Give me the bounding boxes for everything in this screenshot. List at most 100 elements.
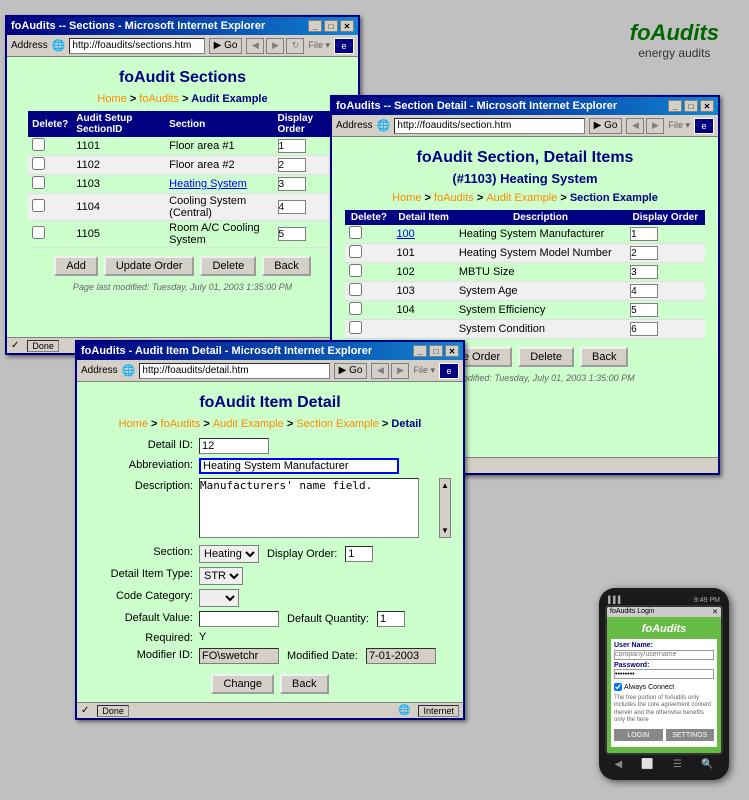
sd-order-input[interactable] <box>630 284 658 298</box>
change-btn[interactable]: Change <box>211 674 274 694</box>
id-go-btn[interactable]: ▶ Go <box>334 363 368 379</box>
refresh-btn[interactable]: ↻ <box>286 38 304 54</box>
sections-titlebar-btns[interactable]: _ □ ✕ <box>308 20 354 32</box>
phone-menu-icon[interactable]: ☰ <box>673 759 682 770</box>
delete-btn[interactable]: Delete <box>200 256 256 276</box>
order-input[interactable] <box>278 177 306 191</box>
sd-order-input[interactable] <box>630 265 658 279</box>
sections-address-bar[interactable]: http://foaudits/sections.htm <box>69 38 204 54</box>
delete-checkbox[interactable] <box>32 157 45 170</box>
default-qty-label: Default Quantity: <box>287 613 369 625</box>
section-field: Heating Display Order: <box>199 545 451 563</box>
phone-back-icon[interactable]: ◀ <box>615 759 623 770</box>
sd-delete-checkbox[interactable] <box>349 264 362 277</box>
sd-close-btn[interactable]: ✕ <box>700 100 714 112</box>
delete-checkbox[interactable] <box>32 199 45 212</box>
sd-delete-checkbox[interactable] <box>349 226 362 239</box>
id-back-nav[interactable]: ◀ <box>371 363 389 379</box>
bc-foaudits[interactable]: foAudits <box>139 93 179 105</box>
delete-checkbox[interactable] <box>32 176 45 189</box>
id-titlebar-btns[interactable]: _ □ ✕ <box>413 345 459 357</box>
id-back-btn[interactable]: Back <box>280 674 328 694</box>
section-select[interactable]: Heating <box>199 545 259 563</box>
required-row: Required: Y <box>81 629 459 646</box>
description-textarea[interactable]: Manufacturers' name field. <box>199 478 419 538</box>
sd-order-input[interactable] <box>630 227 658 241</box>
id-bc-section[interactable]: Section Example <box>296 418 379 430</box>
phone-settings-btn[interactable]: SETTINGS <box>666 729 715 741</box>
code-category-select[interactable] <box>199 589 239 607</box>
row-delete-cell <box>28 194 72 221</box>
id-bc-foaudits[interactable]: foAudits <box>161 418 201 430</box>
bc-home[interactable]: Home <box>97 93 126 105</box>
phone-password-label: Password: <box>614 662 714 669</box>
sd-bc-foaudits[interactable]: foAudits <box>434 192 474 204</box>
sd-forward-btn[interactable]: ▶ <box>646 118 664 134</box>
sd-go-btn[interactable]: ▶ Go <box>589 118 623 134</box>
sections-maximize-btn[interactable]: □ <box>324 20 338 32</box>
sd-back-btn[interactable]: ◀ <box>626 118 644 134</box>
sd-item-cell: 103 <box>392 282 454 301</box>
sd-bc-audit[interactable]: Audit Example <box>486 192 557 204</box>
id-minimize-btn[interactable]: _ <box>413 345 427 357</box>
id-close-btn[interactable]: ✕ <box>445 345 459 357</box>
sd-section-id: (#1103) Heating System <box>336 171 714 190</box>
sd-minimize-btn[interactable]: _ <box>668 100 682 112</box>
sd-order-input[interactable] <box>630 322 658 336</box>
sd-delete-checkbox[interactable] <box>349 245 362 258</box>
sections-go-btn[interactable]: ▶ Go <box>209 38 243 54</box>
order-input[interactable] <box>278 139 306 153</box>
section-link[interactable]: Heating System <box>169 178 247 190</box>
scroll-down-icon[interactable]: ▼ <box>441 526 449 535</box>
id-forward-nav[interactable]: ▶ <box>391 363 409 379</box>
sd-back-btn[interactable]: Back <box>580 347 628 367</box>
order-input[interactable] <box>278 200 306 214</box>
default-qty-input[interactable] <box>377 611 405 627</box>
abbreviation-input[interactable] <box>199 458 399 474</box>
sd-delete-checkbox[interactable] <box>349 283 362 296</box>
sections-breadcrumb: Home > foAudits > Audit Example <box>11 91 354 111</box>
phone-remember-checkbox[interactable] <box>614 683 622 691</box>
description-scrollbar[interactable]: ▲ ▼ <box>439 478 451 538</box>
sections-close-btn[interactable]: ✕ <box>340 20 354 32</box>
delete-checkbox[interactable] <box>32 138 45 151</box>
sd-address-bar[interactable]: http://foaudits/section.htm <box>394 118 584 134</box>
back-btn-sec[interactable]: Back <box>262 256 310 276</box>
id-bc-audit[interactable]: Audit Example <box>213 418 284 430</box>
order-input[interactable] <box>278 227 306 241</box>
sd-maximize-btn[interactable]: □ <box>684 100 698 112</box>
id-maximize-btn[interactable]: □ <box>429 345 443 357</box>
modified-date-input <box>366 648 436 664</box>
sd-bc-home[interactable]: Home <box>392 192 421 204</box>
sd-delete-btn[interactable]: Delete <box>518 347 574 367</box>
scroll-up-icon[interactable]: ▲ <box>441 481 449 490</box>
detail-item-type-select[interactable]: STR <box>199 567 243 585</box>
back-btn[interactable]: ◀ <box>246 38 264 54</box>
delete-checkbox[interactable] <box>32 226 45 239</box>
sections-minimize-btn[interactable]: _ <box>308 20 322 32</box>
section-detail-titlebar: foAudits -- Section Detail - Microsoft I… <box>332 97 718 115</box>
phone-title-close[interactable]: ✕ <box>712 608 718 616</box>
update-order-btn[interactable]: Update Order <box>104 256 195 276</box>
section-detail-table: Delete? Detail Item Description Display … <box>345 210 704 339</box>
id-bc-home[interactable]: Home <box>119 418 148 430</box>
phone-search-icon[interactable]: 🔍 <box>701 759 713 770</box>
sd-order-input[interactable] <box>630 246 658 260</box>
sd-order-input[interactable] <box>630 303 658 317</box>
id-address-bar[interactable]: http://foaudits/detail.htm <box>139 363 329 379</box>
sd-delete-checkbox[interactable] <box>349 302 362 315</box>
phone-username-input[interactable] <box>614 650 714 660</box>
section-detail-titlebar-btns[interactable]: _ □ ✕ <box>668 100 714 112</box>
phone-login-btn[interactable]: LOGIN <box>614 729 663 741</box>
id-breadcrumb: Home > foAudits > Audit Example > Sectio… <box>81 416 459 436</box>
display-order-input[interactable] <box>345 546 373 562</box>
default-value-input[interactable] <box>199 611 279 627</box>
forward-btn[interactable]: ▶ <box>266 38 284 54</box>
phone-home-icon[interactable]: ⬜ <box>641 759 653 770</box>
sd-delete-checkbox[interactable] <box>349 321 362 334</box>
phone-password-input[interactable] <box>614 669 714 679</box>
detail-item-link[interactable]: 100 <box>396 228 414 240</box>
order-input[interactable] <box>278 158 306 172</box>
detail-id-input[interactable] <box>199 438 269 454</box>
add-btn[interactable]: Add <box>54 256 98 276</box>
